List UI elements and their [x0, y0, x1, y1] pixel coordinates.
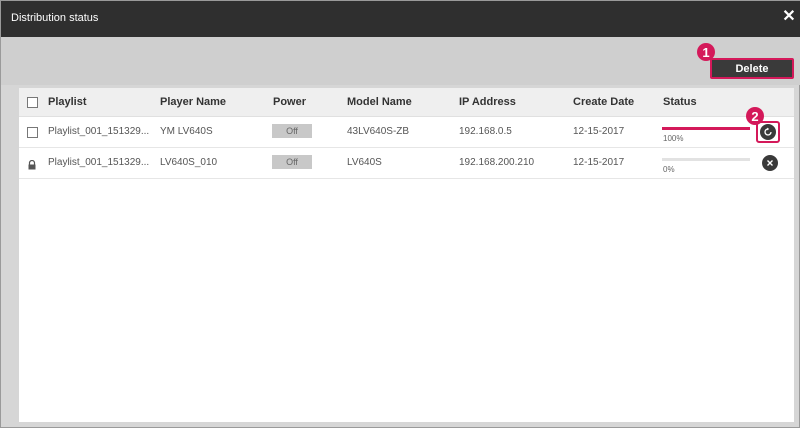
header-player-name: Player Name: [160, 96, 227, 108]
progress-bar: [662, 127, 750, 130]
retry-button[interactable]: [756, 121, 780, 143]
table-header: Playlist Player Name Power Model Name IP…: [19, 88, 794, 117]
close-icon[interactable]: ✕: [781, 9, 797, 25]
progress-label: 0%: [663, 165, 675, 174]
header-playlist: Playlist: [48, 96, 87, 108]
header-model-name: Model Name: [347, 96, 412, 108]
delete-button[interactable]: Delete: [710, 58, 794, 79]
cell-model-name: LV640S: [347, 157, 382, 168]
cell-model-name: 43LV640S-ZB: [347, 126, 410, 137]
cell-ip-address: 192.168.0.5: [459, 126, 512, 137]
row-checkbox[interactable]: [27, 127, 38, 138]
header-create-date: Create Date: [573, 96, 635, 108]
cell-ip-address: 192.168.200.210: [459, 157, 535, 168]
progress-bar: [662, 158, 750, 161]
dialog-titlebar: Distribution status ✕: [1, 1, 800, 37]
cell-create-date: 12-15-2017: [573, 157, 625, 168]
dialog-title: Distribution status: [11, 12, 99, 24]
power-status-badge: Off: [272, 155, 312, 169]
cell-player-name: LV640S_010: [160, 157, 218, 168]
toolbar-area: [1, 37, 800, 85]
cell-player-name: YM LV640S: [160, 126, 213, 137]
lock-icon: [27, 157, 37, 170]
header-status: Status: [663, 96, 697, 108]
progress-label: 100%: [663, 134, 684, 143]
table-row[interactable]: Playlist_001_151329... LV640S_010 Off LV…: [19, 148, 794, 179]
distribution-status-dialog: Distribution status ✕ 1 Delete Playlist …: [0, 0, 800, 428]
cell-create-date: 12-15-2017: [573, 126, 625, 137]
cancel-icon[interactable]: [762, 155, 778, 171]
cell-playlist: Playlist_001_151329...: [48, 157, 150, 168]
select-all-checkbox[interactable]: [27, 97, 38, 108]
distribution-table: Playlist Player Name Power Model Name IP…: [19, 88, 794, 422]
cell-playlist: Playlist_001_151329...: [48, 126, 150, 137]
header-power: Power: [273, 96, 307, 108]
progress-fill: [662, 127, 750, 130]
retry-icon: [760, 124, 776, 140]
header-ip-address: IP Address: [459, 96, 516, 108]
table-row[interactable]: Playlist_001_151329... YM LV640S Off 43L…: [19, 107, 794, 148]
power-status-badge: Off: [272, 124, 312, 138]
